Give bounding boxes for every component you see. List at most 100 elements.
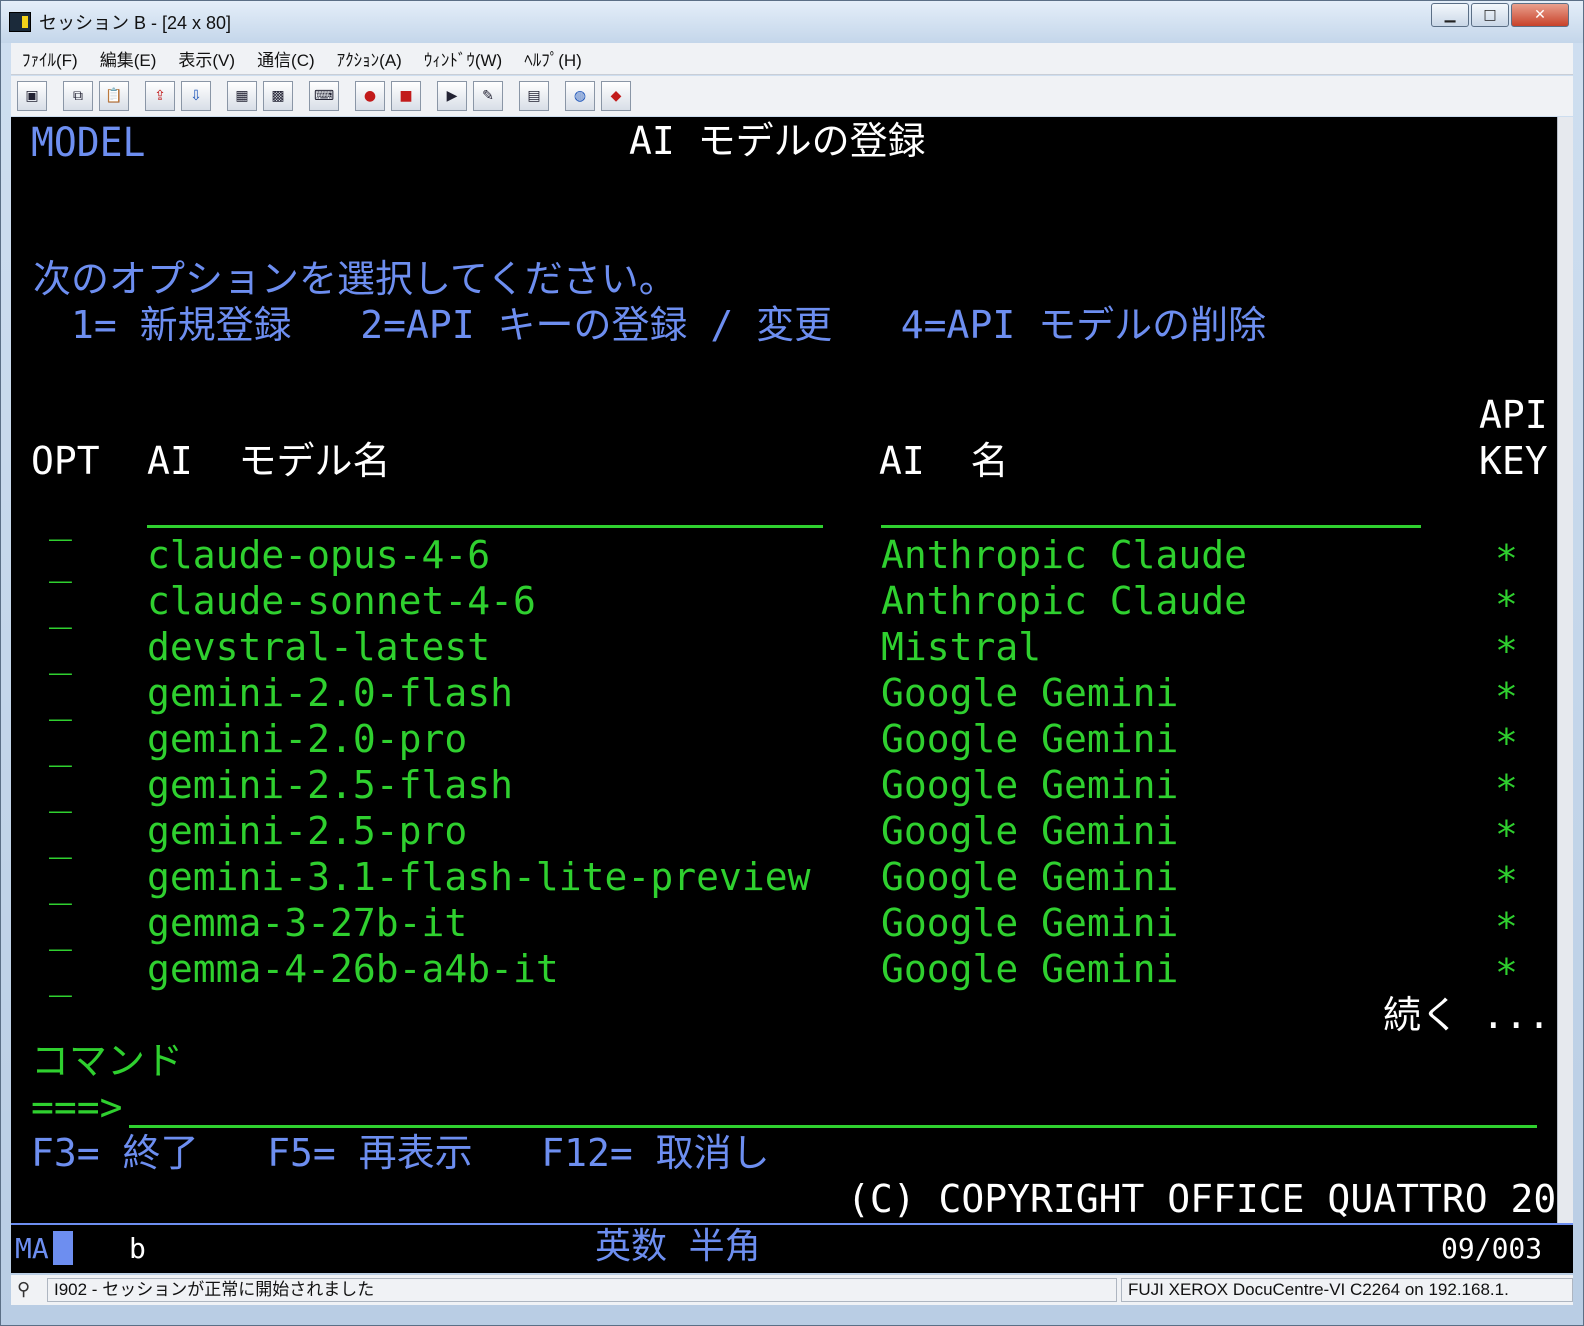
operator-info-area: MA b 英数 半角 09/003 [11, 1223, 1573, 1273]
receive-icon[interactable]: ⇩ [181, 81, 211, 111]
maximize-button[interactable]: □ [1471, 3, 1509, 27]
api-key-header-bottom: KEY [1479, 439, 1548, 483]
window-title: セッション B - [24 x 80] [39, 13, 232, 33]
row-opt-input[interactable]: _ [49, 631, 72, 675]
row-model-name: gemini-2.5-flash [147, 763, 514, 807]
macro-play-icon[interactable]: ▶ [437, 81, 467, 111]
macro-record-icon[interactable]: ● [355, 81, 385, 111]
window-controls: ▁ □ ✕ [1429, 3, 1569, 27]
macro-stop-icon[interactable]: ■ [391, 81, 421, 111]
filter-ai-input[interactable] [881, 525, 1421, 528]
row-api-key-flag: * [1495, 813, 1518, 857]
row-api-key-flag: * [1495, 537, 1518, 581]
row-opt-input[interactable]: _ [49, 815, 72, 859]
row-model-name: claude-sonnet-4-6 [147, 579, 536, 623]
row-opt-input[interactable]: _ [49, 585, 72, 629]
command-prompt: ===> [31, 1085, 123, 1129]
more-indicator: 続く ... [1383, 993, 1551, 1037]
row-model-name: devstral-latest [147, 625, 491, 669]
close-button[interactable]: ✕ [1511, 3, 1569, 27]
screen-title: AI モデルの登録 [629, 119, 926, 163]
row-ai-name: Anthropic Claude [881, 533, 1248, 577]
oia-mode: MA [15, 1232, 49, 1265]
api-key-header-top: API [1479, 393, 1548, 437]
status-message: I902 - セッションが正常に開始されました [47, 1278, 1117, 1302]
display-icon[interactable]: ▦ [227, 81, 257, 111]
instruction-text: 次のオプションを選択してください。 [33, 257, 677, 301]
row-model-name: gemini-2.5-pro [147, 809, 468, 853]
row-ai-name: Anthropic Claude [881, 579, 1248, 623]
printer-status: FUJI XEROX DocuCentre-VI C2264 on 192.16… [1121, 1278, 1573, 1302]
menu-communication[interactable]: 通信(C) [246, 46, 326, 71]
screen-icon[interactable]: ▩ [263, 81, 293, 111]
app-icon[interactable] [9, 12, 31, 32]
row-api-key-flag: * [1495, 859, 1518, 903]
filter-opt-input[interactable]: _ [49, 497, 72, 541]
row-opt-input[interactable]: _ [49, 861, 72, 905]
row-api-key-flag: * [1495, 629, 1518, 673]
row-api-key-flag: * [1495, 951, 1518, 995]
help-icon[interactable]: ◆ [601, 81, 631, 111]
row-ai-name: Google Gemini [881, 763, 1179, 807]
row-model-name: claude-opus-4-6 [147, 533, 491, 577]
row-ai-name: Mistral [881, 625, 1042, 669]
model-column-header: AI モデル名 [147, 439, 391, 483]
vertical-scrollbar[interactable] [1557, 117, 1573, 1223]
row-opt-input[interactable]: _ [49, 953, 72, 997]
row-ai-name: Google Gemini [881, 901, 1179, 945]
copy-icon[interactable]: ⧉ [63, 81, 93, 111]
row-ai-name: Google Gemini [881, 855, 1179, 899]
emulator-window: セッション B - [24 x 80] ▁ □ ✕ ﾌｧｲﾙ(F) 編集(E) … [0, 0, 1584, 1326]
row-api-key-flag: * [1495, 675, 1518, 719]
row-model-name: gemini-3.1-flash-lite-preview [147, 855, 811, 899]
row-opt-input[interactable]: _ [49, 723, 72, 767]
keyboard-icon[interactable]: ⌨ [309, 81, 339, 111]
menu-file[interactable]: ﾌｧｲﾙ(F) [11, 46, 89, 71]
filter-model-input[interactable] [147, 525, 823, 528]
menu-view[interactable]: 表示(V) [167, 46, 246, 71]
option-list: 1= 新規登録 2=API キーの登録 / 変更 4=API モデルの削除 [71, 303, 1267, 347]
menu-edit[interactable]: 編集(E) [89, 46, 168, 71]
connection-icon: ⚲ [17, 1279, 31, 1299]
row-model-name: gemma-4-26b-a4b-it [147, 947, 559, 991]
row-opt-input[interactable]: _ [49, 677, 72, 721]
oia-cursor-position: 09/003 [1441, 1232, 1543, 1265]
row-api-key-flag: * [1495, 767, 1518, 811]
program-name: MODEL [31, 119, 146, 166]
paste-icon[interactable]: 📋 [99, 81, 129, 111]
menu-window[interactable]: ｳｨﾝﾄﾞｳ(W) [413, 46, 513, 71]
row-model-name: gemini-2.0-pro [147, 717, 468, 761]
function-key-legend: F3= 終了 F5= 再表示 F12= 取消し [31, 1131, 770, 1175]
row-model-name: gemma-3-27b-it [147, 901, 468, 945]
row-model-name: gemini-2.0-flash [147, 671, 514, 715]
menu-bar: ﾌｧｲﾙ(F) 編集(E) 表示(V) 通信(C) ｱｸｼｮﾝ(A) ｳｨﾝﾄﾞ… [11, 43, 1573, 75]
menu-action[interactable]: ｱｸｼｮﾝ(A) [326, 46, 413, 71]
row-opt-input[interactable]: _ [49, 539, 72, 583]
row-ai-name: Google Gemini [881, 671, 1179, 715]
menu-help[interactable]: ﾍﾙﾌﾟ(H) [513, 46, 593, 71]
row-opt-input[interactable]: _ [49, 769, 72, 813]
globe-icon[interactable]: ◍ [565, 81, 595, 111]
command-input[interactable] [129, 1125, 1537, 1128]
opt-column-header: OPT [31, 439, 100, 483]
row-opt-input[interactable]: _ [49, 907, 72, 951]
title-bar[interactable]: セッション B - [24 x 80] ▁ □ ✕ [1, 1, 1583, 43]
row-ai-name: Google Gemini [881, 947, 1179, 991]
row-ai-name: Google Gemini [881, 809, 1179, 853]
clipboard-icon[interactable]: ▤ [519, 81, 549, 111]
terminal-screen[interactable]: MODEL AI モデルの登録 次のオプションを選択してください。 1= 新規登… [11, 117, 1557, 1223]
ai-name-column-header: AI 名 [879, 439, 1009, 483]
send-icon[interactable]: ⇪ [145, 81, 175, 111]
print-screen-icon[interactable]: ▣ [17, 81, 47, 111]
row-api-key-flag: * [1495, 721, 1518, 765]
command-label: コマンド [31, 1039, 184, 1083]
status-bar: ⚲ I902 - セッションが正常に開始されました FUJI XEROX Doc… [11, 1275, 1573, 1305]
row-api-key-flag: * [1495, 583, 1518, 627]
oia-input-mode: 英数 半角 [595, 1226, 761, 1267]
row-api-key-flag: * [1495, 905, 1518, 949]
copyright-text: (C) COPYRIGHT OFFICE QUATTRO 2026. [847, 1177, 1557, 1221]
row-ai-name: Google Gemini [881, 717, 1179, 761]
minimize-button[interactable]: ▁ [1431, 3, 1469, 27]
macro-edit-icon[interactable]: ✎ [473, 81, 503, 111]
oia-cursor-icon [53, 1231, 73, 1265]
